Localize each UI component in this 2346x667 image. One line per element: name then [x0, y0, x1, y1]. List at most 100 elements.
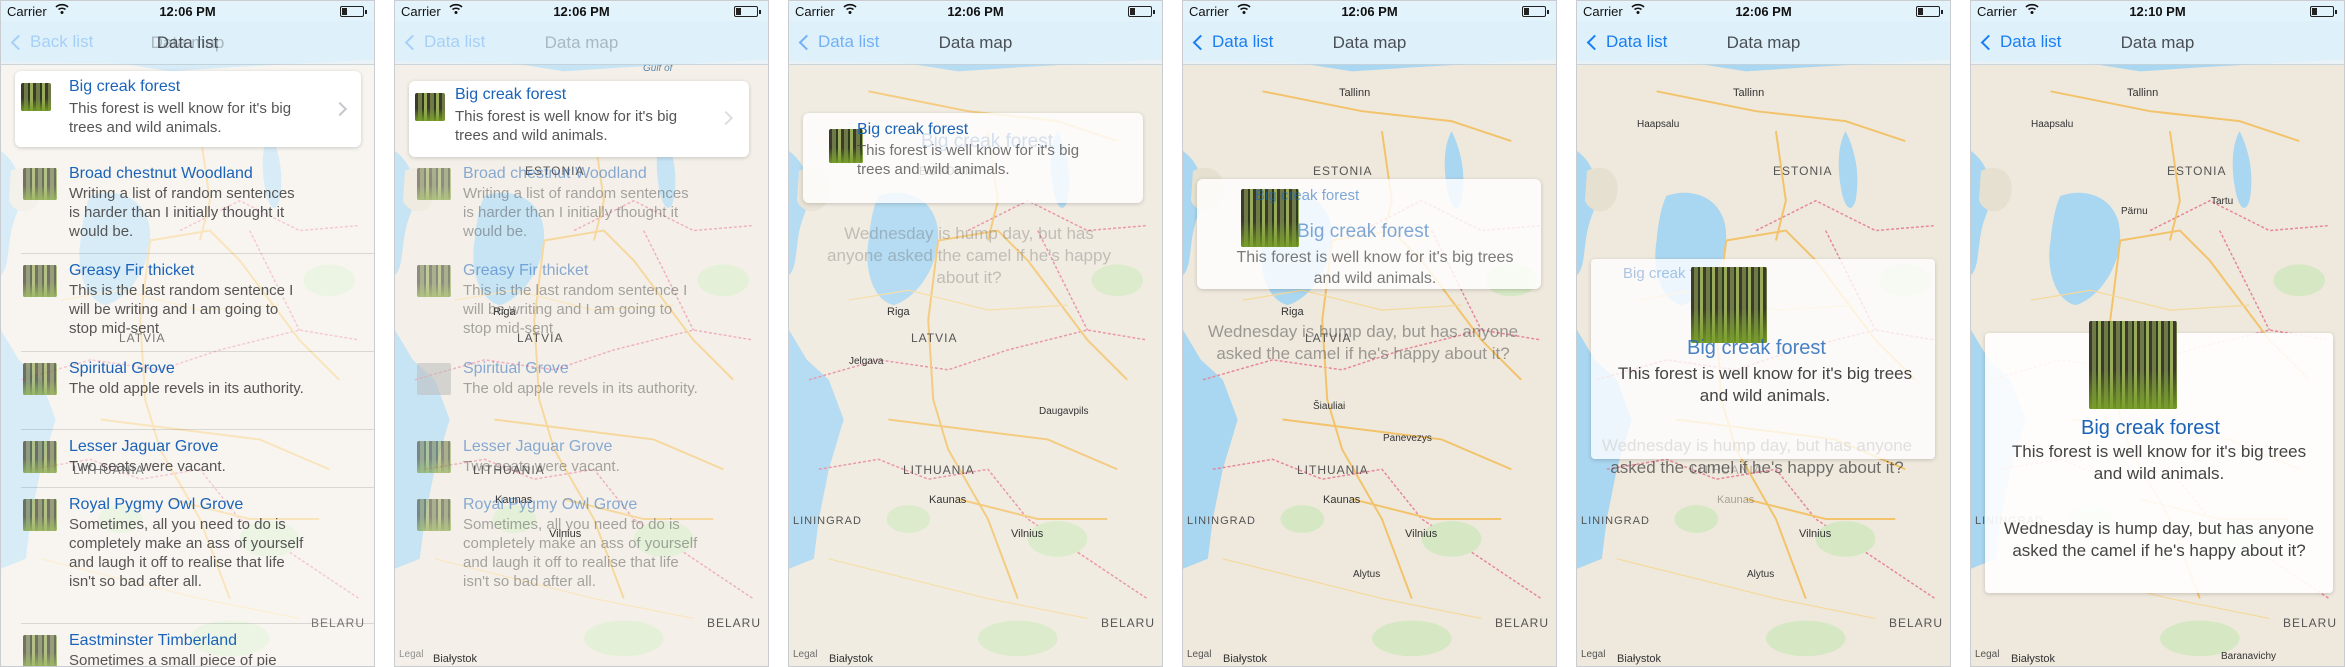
item-title: Big creak forest [1297, 221, 1429, 242]
map-label-lithuania: LITHUANIA [1297, 463, 1369, 477]
list-item[interactable]: Spiritual Grove The old apple revels in … [395, 351, 768, 421]
map-label-parnu: Pärnu [2121, 206, 2148, 217]
map-label-bialystok: Białystok [1223, 653, 1268, 665]
item-title: Broad chestnut Woodland [69, 165, 253, 182]
navigation-bar: Data list Data map [1971, 21, 2344, 65]
item-title-ghost: Big creak forest [921, 131, 1053, 152]
navigation-bar: Data list Data map [1577, 21, 1950, 65]
clock: 12:06 PM [1341, 4, 1398, 19]
nav-title: Data map [1332, 33, 1407, 52]
item-description: Sometimes, all you need to do is complet… [463, 516, 698, 590]
map-label-tallinn: Tallinn [1339, 87, 1371, 99]
list-item[interactable]: Broad chestnut Woodland Writing a list o… [395, 156, 768, 240]
map-label-haapsalu: Haapsalu [2031, 119, 2074, 130]
map-label-liningrad: LININGRAD [1187, 515, 1256, 527]
battery-icon [1916, 6, 1943, 17]
item-thumbnail [417, 265, 451, 297]
list-item[interactable]: Big creak forest This forest is well kno… [15, 71, 361, 147]
navigation-bar: Data list Data map [789, 21, 1162, 65]
item-description: This is the last random sentence I will … [463, 282, 688, 337]
item-description: Sometimes, all you need to do is complet… [69, 516, 304, 590]
list-item[interactable]: Eastminster Timberland Sometimes a small… [1, 623, 374, 666]
item-thumbnail [23, 363, 57, 395]
map-label-daugavpils: Daugavpils [1039, 406, 1089, 417]
item-thumbnail [417, 499, 451, 531]
list-item[interactable]: Greasy Fir thicket This is the last rand… [1, 253, 374, 337]
map-label-kaunas: Kaunas [929, 494, 967, 506]
map-label-riga: Riga [1281, 306, 1304, 318]
list-item[interactable]: Greasy Fir thicket This is the last rand… [395, 253, 768, 337]
map-label-alytus: Alytus [1747, 569, 1775, 580]
navigation-bar: Data list Data map [1183, 21, 1556, 65]
item-thumbnail [417, 363, 451, 395]
detail-extra-text: Wednesday is hump day, but has anyone as… [1203, 321, 1523, 365]
map-label-jelgava: Jelgava [849, 356, 884, 367]
item-thumbnail [23, 441, 57, 473]
item-description: This forest is well know for it's big tr… [1236, 249, 1514, 287]
item-title: Big creak forest [69, 78, 181, 95]
item-thumbnail [415, 93, 445, 121]
status-bar: Carrier 12:06 PM [789, 1, 1162, 21]
clock: 12:06 PM [159, 4, 216, 19]
item-description: Writing a list of random sentences is ha… [69, 185, 295, 240]
detail-card[interactable]: Big creak forest This forest is well kno… [1985, 321, 2333, 593]
map-label-baranovichi: Baranavichy [2221, 651, 2277, 662]
list-item[interactable]: Broad chestnut Woodland Writing a list o… [1, 156, 374, 240]
nav-title: Data map [1726, 33, 1801, 52]
map-label-liningrad: LININGRAD [793, 515, 862, 527]
item-thumbnail [21, 83, 51, 111]
map-legal-link[interactable]: Legal [1187, 649, 1211, 660]
detail-card[interactable]: Big creak forest Big creak forest This f… [1197, 179, 1541, 289]
nav-title: Data map [544, 33, 619, 52]
detail-card[interactable]: Big creak forest This forest is well kno… [803, 113, 1143, 203]
map-label-estonia: ESTONIA [1773, 164, 1833, 178]
item-title: Spiritual Grove [463, 360, 569, 377]
detail-extra: Wednesday is hump day, but has anyone as… [1207, 322, 1519, 363]
list-item[interactable]: Royal Pygmy Owl Grove Sometimes, all you… [395, 487, 768, 590]
map-label-latvia: LATVIA [911, 331, 958, 345]
detail-card[interactable]: Big creak forest Big creak forest This f… [1591, 259, 1935, 459]
list-item[interactable]: Royal Pygmy Owl Grove Sometimes, all you… [1, 487, 374, 590]
map-label-tartu: Tartu [2211, 196, 2234, 207]
list-item[interactable]: Spiritual Grove The old apple revels in … [1, 351, 374, 421]
item-description: This forest is well know for it's big tr… [69, 100, 292, 136]
map-label-belarus: BELARU [2283, 616, 2338, 630]
item-description: The old apple revels in its authority. [69, 380, 304, 397]
screen-2: Carrier 12:06 PM Data list Data map Big … [394, 0, 769, 667]
map-label-lithuania: LITHUANIA [903, 463, 975, 477]
item-description: This is the last random sentence I will … [69, 282, 294, 337]
list-item[interactable]: Big creak forest This forest is well kno… [409, 81, 749, 157]
item-description: Two seats were vacant. [69, 458, 226, 475]
item-title: Royal Pygmy Owl Grove [463, 496, 638, 513]
item-description: This forest is well know for it's big tr… [1617, 364, 1913, 405]
status-bar: Carrier 12:06 PM [1577, 1, 1950, 21]
item-thumbnail [1691, 267, 1767, 343]
map-label-belarus: BELARU [707, 616, 762, 630]
detail-extra-text: Wednesday is hump day, but has anyone as… [819, 223, 1119, 289]
item-thumbnail [417, 441, 451, 473]
map-label-alytus: Alytus [1353, 569, 1381, 580]
battery-icon [2310, 6, 2337, 17]
map-label-tallinn: Tallinn [1733, 87, 1765, 99]
map-label-haapsalu: Haapsalu [1637, 119, 1680, 130]
map-label-vilnius: Vilnius [1799, 528, 1832, 540]
map-label-vilnius: Vilnius [1011, 528, 1044, 540]
map-legal-link[interactable]: Legal [1975, 649, 1999, 660]
screen-3: Carrier 12:06 PM Data list Data map Big … [788, 0, 1163, 667]
navigation-bar: Back list Data list Data map [1, 21, 374, 65]
map-legal-link[interactable]: Legal [1581, 649, 1605, 660]
item-title-ghost: Big creak forest [1255, 187, 1360, 204]
map-label-bialystok: Białystok [829, 653, 874, 665]
map-label-bialystok: Białystok [1617, 653, 1662, 665]
item-description: The old apple revels in its authority. [463, 380, 698, 397]
clock: 12:06 PM [553, 4, 610, 19]
item-thumbnail [23, 499, 57, 531]
item-title: Greasy Fir thicket [463, 262, 589, 279]
map-label-siauliai: Šiauliai [1313, 401, 1346, 412]
map-label-tallinn: Tallinn [2127, 87, 2159, 99]
map-label-liningrad: LININGRAD [1581, 515, 1650, 527]
item-thumbnail [23, 635, 57, 666]
nav-title: Data map [2120, 33, 2195, 52]
item-thumbnail [23, 168, 57, 200]
item-thumbnail [2089, 321, 2177, 409]
